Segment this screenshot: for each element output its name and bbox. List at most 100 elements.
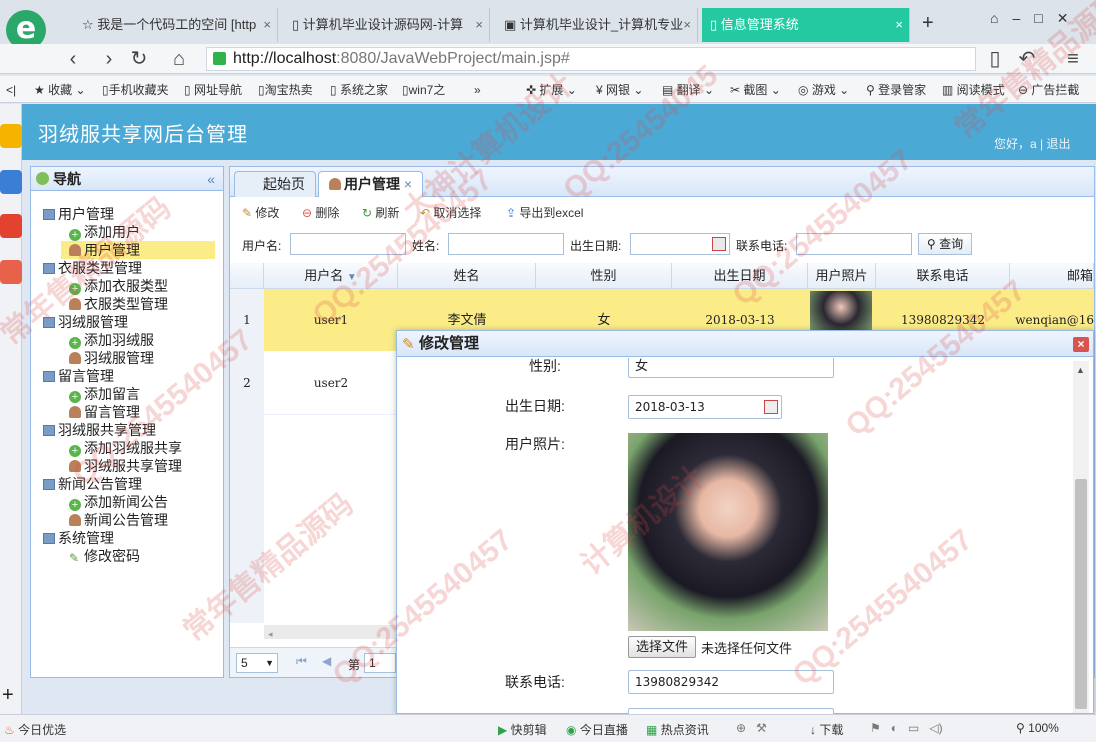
menu-icon[interactable]: ≡ xyxy=(1060,47,1086,71)
forward-icon[interactable]: › xyxy=(96,47,122,71)
tool-item[interactable]: ◎ 游戏 ⌄ xyxy=(798,80,849,100)
tree-folder[interactable]: 系统管理 xyxy=(35,529,215,547)
window-controls[interactable]: ⌂–□✕ xyxy=(990,10,1082,27)
refresh-button[interactable]: ↻ 刷新 xyxy=(362,204,399,222)
tree-folder[interactable]: 用户管理 xyxy=(35,205,215,223)
export-button[interactable]: ⇪ 导出到excel xyxy=(506,204,583,222)
search-button[interactable]: ⚲ 查询 xyxy=(918,233,972,255)
delete-button[interactable]: ⊖ 删除 xyxy=(302,204,339,222)
sidebar-toggle-icon[interactable]: <| xyxy=(6,80,16,100)
tree-item[interactable]: 新闻公告管理 xyxy=(61,511,215,529)
search-phone-input[interactable] xyxy=(796,233,912,255)
browser-tab[interactable]: ▯ 计算机毕业设计源码网-计算 × xyxy=(284,8,490,42)
grid-header[interactable]: 性别 xyxy=(536,263,672,289)
grid-header[interactable]: 用户名 ▼ xyxy=(264,263,398,289)
bookmark-item[interactable]: ▯ 网址导航 xyxy=(184,80,242,100)
tree-item[interactable]: + 添加留言 xyxy=(61,385,215,403)
bookmarks-more-icon[interactable]: » xyxy=(474,80,481,100)
grid-header[interactable]: 邮箱 xyxy=(1010,263,1094,289)
tab-user-manage[interactable]: 用户管理 × xyxy=(318,171,424,197)
tool-item[interactable]: ⊖ 广告拦截 xyxy=(1018,80,1079,100)
dialog-scroll-thumb[interactable] xyxy=(1075,479,1087,709)
search-birth-input[interactable] xyxy=(630,233,730,255)
close-icon[interactable]: × xyxy=(1073,337,1089,352)
page-number-input[interactable]: 1 xyxy=(364,653,396,673)
grid-header[interactable]: 出生日期 xyxy=(672,263,808,289)
prev-page-icon[interactable]: ◀ xyxy=(322,654,331,668)
search-name-input[interactable] xyxy=(448,233,564,255)
bookmark-item[interactable]: ▯手机收藏夹 xyxy=(102,80,169,100)
status-icons[interactable]: ⊕ ⚒ xyxy=(736,721,773,735)
tab-close-icon[interactable]: × xyxy=(475,8,483,42)
choose-file-button[interactable]: 选择文件 xyxy=(628,636,696,658)
browser-tab[interactable]: ☆ 我是一个代码工的空间 [http × xyxy=(74,8,278,42)
status-item[interactable]: ▶ 快剪辑 xyxy=(498,721,547,738)
bookmark-item[interactable]: ▯ 系统之家 xyxy=(330,80,388,100)
search-user-input[interactable] xyxy=(290,233,406,255)
status-item[interactable]: ◉ 今日直播 xyxy=(566,721,628,738)
tab-home[interactable]: 起始页 xyxy=(234,171,316,197)
tree-folder[interactable]: 衣服类型管理 xyxy=(35,259,215,277)
collapse-icon[interactable]: « xyxy=(207,167,215,191)
tree-item[interactable]: + 添加衣服类型 xyxy=(61,277,215,295)
back-icon[interactable]: ‹ xyxy=(60,47,86,71)
tree-folder[interactable]: 留言管理 xyxy=(35,367,215,385)
tab-close-icon[interactable]: × xyxy=(263,8,271,42)
new-tab-button[interactable]: + xyxy=(922,12,934,35)
tab-close-icon[interactable]: × xyxy=(895,8,903,42)
url-bar[interactable]: http://localhost:8080/JavaWebProject/mai… xyxy=(206,47,976,71)
weibo-icon[interactable] xyxy=(0,214,22,238)
calendar-icon[interactable] xyxy=(712,237,726,251)
tree-item[interactable]: 衣服类型管理 xyxy=(61,295,215,313)
birth-field[interactable]: 2018-03-13 xyxy=(628,395,782,419)
add-panel-icon[interactable]: + xyxy=(2,684,14,707)
page-size-select[interactable]: 5 ▼ xyxy=(236,653,278,673)
browser-tab-active[interactable]: ▯ 信息管理系统 × xyxy=(702,8,910,42)
edit-button[interactable]: ✎ 修改 xyxy=(242,204,279,222)
tree-folder[interactable]: 羽绒服共享管理 xyxy=(35,421,215,439)
unselect-button[interactable]: ↶ 取消选择 xyxy=(420,204,481,222)
first-page-icon[interactable]: ⏮ xyxy=(296,654,307,669)
zoom-level[interactable]: ⚲ 100% xyxy=(1016,721,1059,735)
reload-icon[interactable]: ↻ xyxy=(126,47,152,71)
bookmark-item[interactable]: ▯win7之 xyxy=(402,80,445,100)
tool-item[interactable]: ✜ 扩展 ⌄ xyxy=(526,80,577,100)
browser-tab[interactable]: ▣ 计算机毕业设计_计算机专业 × xyxy=(496,8,698,42)
tree-item[interactable]: + 添加羽绒服共享 xyxy=(61,439,215,457)
tree-item[interactable]: 留言管理 xyxy=(61,403,215,421)
favorites-icon[interactable] xyxy=(0,124,22,148)
status-icons[interactable]: ⚑ ◐ ▭ ◁) xyxy=(870,721,943,735)
tool-item[interactable]: ¥ 网银 ⌄ xyxy=(596,80,643,100)
tree-item[interactable]: + 添加用户 xyxy=(61,223,215,241)
phone-field[interactable]: 13980829342 xyxy=(628,670,834,694)
grid-header[interactable]: 用户照片 xyxy=(808,263,876,289)
tree-item[interactable]: 羽绒服管理 xyxy=(61,349,215,367)
sex-field[interactable]: 女 xyxy=(628,358,834,378)
tab-close-icon[interactable]: × xyxy=(683,8,691,42)
tool-item[interactable]: ✂ 截图 ⌄ xyxy=(730,80,781,100)
user-greeting[interactable]: 您好，a | 退出 xyxy=(994,135,1070,152)
calendar-icon[interactable] xyxy=(764,400,778,414)
tree-folder[interactable]: 新闻公告管理 xyxy=(35,475,215,493)
tool-item[interactable]: ▥ 阅读模式 xyxy=(942,80,1005,100)
tree-item[interactable]: 用户管理 xyxy=(61,241,215,259)
mail-icon[interactable] xyxy=(0,260,22,284)
status-item[interactable]: ↓ 下载 xyxy=(810,721,843,738)
grid-header[interactable]: 姓名 xyxy=(398,263,536,289)
tree-item[interactable]: ✎ 修改密码 xyxy=(61,547,215,565)
apps-icon[interactable] xyxy=(0,170,22,194)
tree-item[interactable]: + 添加新闻公告 xyxy=(61,493,215,511)
horizontal-scrollbar[interactable]: ◂ xyxy=(264,625,396,639)
status-item[interactable]: ♨ 今日优选 xyxy=(4,721,66,738)
grid-header[interactable]: 联系电话 xyxy=(876,263,1010,289)
tab-close-icon[interactable]: × xyxy=(404,176,412,192)
bookmark-item[interactable]: ▯淘宝热卖 xyxy=(258,80,313,100)
scroll-up-icon[interactable]: ▲ xyxy=(1073,365,1085,375)
home-icon[interactable]: ⌂ xyxy=(166,47,192,71)
bookmark-item[interactable]: ★ 收藏 ⌄ xyxy=(34,80,86,100)
tree-item[interactable]: + 添加羽绒服 xyxy=(61,331,215,349)
phone-icon[interactable]: ▯ xyxy=(982,47,1008,71)
tree-folder[interactable]: 羽绒服管理 xyxy=(35,313,215,331)
tool-item[interactable]: ⚲ 登录管家 xyxy=(866,80,926,100)
status-item[interactable]: ▦ 热点资讯 xyxy=(646,721,709,738)
